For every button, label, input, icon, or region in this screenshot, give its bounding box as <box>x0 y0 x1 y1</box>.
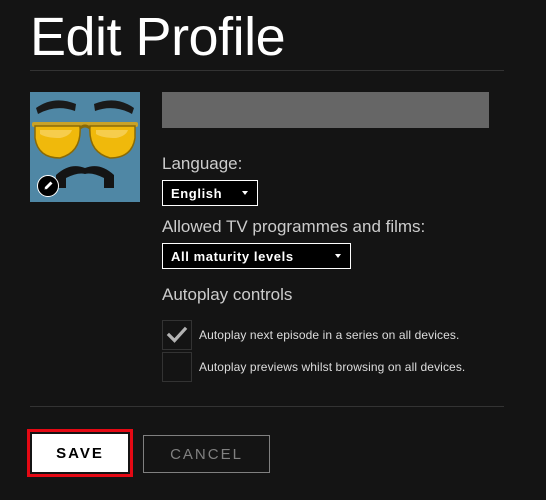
maturity-label: Allowed TV programmes and films: <box>162 217 426 236</box>
caret-down-icon <box>242 191 248 195</box>
language-selected-value: English <box>171 185 223 201</box>
autoplay-next-episode-label: Autoplay next episode in a series on all… <box>199 328 460 342</box>
autoplay-previews-checkbox[interactable] <box>162 352 192 382</box>
cancel-button[interactable]: CANCEL <box>143 435 270 473</box>
bottom-divider <box>30 406 504 407</box>
page-title: Edit Profile <box>30 7 286 67</box>
save-button[interactable]: SAVE <box>32 434 128 472</box>
language-select[interactable]: English <box>162 180 258 206</box>
language-label: Language: <box>162 154 243 173</box>
autoplay-next-episode-checkbox[interactable] <box>162 320 192 350</box>
edit-avatar-button[interactable] <box>37 175 59 197</box>
maturity-selected-value: All maturity levels <box>171 248 294 264</box>
autoplay-previews-label: Autoplay previews whilst browsing on all… <box>199 360 466 374</box>
pencil-icon <box>44 181 53 190</box>
maturity-select[interactable]: All maturity levels <box>162 243 351 269</box>
caret-down-icon <box>335 254 341 258</box>
autoplay-heading: Autoplay controls <box>162 285 293 304</box>
checkmark-icon <box>166 326 188 343</box>
edit-profile-page: Edit Profile Language: English Allowed T… <box>0 0 546 500</box>
profile-name-input[interactable] <box>162 92 489 128</box>
top-divider <box>30 70 504 71</box>
